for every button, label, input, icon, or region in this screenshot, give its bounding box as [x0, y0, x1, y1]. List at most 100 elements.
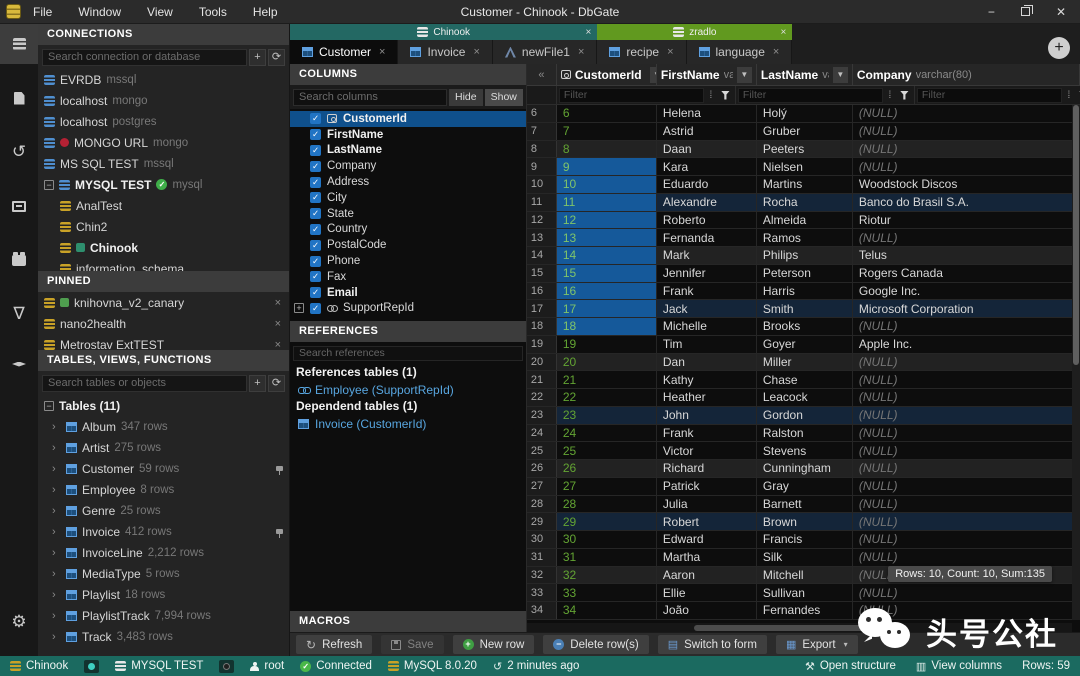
cell-firstname[interactable]: Robert: [657, 513, 757, 530]
column-dropdown-icon[interactable]: ▼: [832, 66, 848, 83]
column-checkbox[interactable]: ✓: [310, 287, 321, 299]
cell-firstname[interactable]: Frank: [657, 282, 757, 300]
cell-customerid[interactable]: 10: [556, 176, 657, 193]
cell-customerid[interactable]: 8: [557, 140, 657, 158]
table-item[interactable]: › InvoiceLine 2,212 rows: [38, 542, 289, 563]
cell-firstname[interactable]: Roberto: [657, 211, 757, 229]
close-tab-icon[interactable]: ×: [667, 46, 673, 58]
cell-firstname[interactable]: Daan: [657, 140, 757, 158]
databases-icon[interactable]: [0, 24, 38, 64]
tables-group-row[interactable]: − Tables (11): [38, 395, 289, 416]
chevron-right-icon[interactable]: ›: [52, 505, 61, 517]
cell-company[interactable]: (NULL): [853, 389, 1080, 406]
tab-newfile1[interactable]: newFile1 ×: [492, 40, 598, 64]
new-row-button[interactable]: + New row: [452, 635, 535, 654]
reference-link[interactable]: Invoice (CustomerId): [296, 415, 520, 432]
chevron-right-icon[interactable]: ›: [52, 442, 61, 454]
statusbar-view-columns[interactable]: ▥ View columns: [916, 660, 1002, 673]
cell-customerid[interactable]: 27: [557, 477, 657, 495]
cell-customerid[interactable]: 24: [557, 424, 657, 442]
chevron-right-icon[interactable]: ›: [52, 631, 61, 643]
column-item[interactable]: ✓ FirstName: [290, 127, 526, 143]
cell-lastname[interactable]: Barnett: [757, 495, 853, 513]
cell-lastname[interactable]: Philips: [757, 247, 853, 264]
cell-company[interactable]: Microsoft Corporation: [853, 300, 1080, 317]
row-number[interactable]: 19: [526, 335, 557, 353]
filter-funnel-icon[interactable]: [899, 90, 909, 100]
cell-company[interactable]: (NULL): [853, 406, 1080, 424]
cell-company[interactable]: (NULL): [853, 477, 1080, 495]
cell-firstname[interactable]: Kara: [657, 158, 757, 175]
close-tab-icon[interactable]: ×: [578, 46, 584, 58]
switch-to-form-button[interactable]: ▤ Switch to form: [657, 635, 767, 654]
cell-lastname[interactable]: Ralston: [757, 424, 853, 442]
row-number[interactable]: 24: [526, 424, 557, 442]
column-item[interactable]: ✓ Country: [290, 222, 526, 238]
cell-company[interactable]: (NULL): [853, 442, 1080, 459]
collapse-icon[interactable]: −: [44, 400, 54, 411]
cell-customerid[interactable]: 29: [557, 513, 657, 530]
cell-lastname[interactable]: Gray: [757, 477, 853, 495]
add-connection-button[interactable]: +: [249, 48, 266, 66]
archive-icon[interactable]: [0, 186, 38, 226]
cell-firstname[interactable]: Eduardo: [657, 176, 757, 193]
cell-firstname[interactable]: Patrick: [657, 477, 757, 495]
cell-company[interactable]: (NULL): [853, 140, 1080, 158]
cell-customerid[interactable]: 14: [556, 247, 657, 264]
statusbar-mysql-test[interactable]: MYSQL TEST: [115, 660, 203, 672]
chevron-right-icon[interactable]: ›: [52, 568, 61, 580]
chevron-right-icon[interactable]: ›: [52, 526, 61, 538]
column-checkbox[interactable]: ✓: [310, 176, 321, 188]
cell-lastname[interactable]: Gruber: [757, 122, 853, 140]
cell-firstname[interactable]: Dan: [657, 353, 757, 371]
row-number[interactable]: 7: [526, 122, 557, 140]
column-checkbox[interactable]: ✓: [310, 208, 321, 220]
filter-icon[interactable]: ∇: [0, 294, 38, 334]
cell-firstname[interactable]: Helena: [657, 105, 757, 122]
menu-view[interactable]: View: [147, 5, 173, 19]
connections-search-input[interactable]: [42, 48, 247, 66]
column-item[interactable]: ✓ Phone: [290, 253, 526, 269]
column-dropdown-icon[interactable]: ▼: [736, 66, 752, 83]
column-item[interactable]: ✓ Address: [290, 174, 526, 190]
row-number[interactable]: 23: [526, 406, 557, 424]
table-item[interactable]: › Employee 8 rows: [38, 479, 289, 500]
cell-company[interactable]: Telus: [853, 247, 1080, 264]
connection-item[interactable]: information_schema: [38, 258, 289, 271]
column-checkbox[interactable]: ✓: [310, 160, 321, 172]
column-checkbox[interactable]: ✓: [310, 192, 321, 204]
filter-input[interactable]: [737, 87, 883, 103]
new-tab-button[interactable]: +: [1048, 37, 1070, 59]
cell-firstname[interactable]: Mark: [657, 247, 757, 264]
settings-gear-icon[interactable]: ⚙: [0, 602, 38, 642]
table-item[interactable]: › MediaType 5 rows: [38, 563, 289, 584]
row-number[interactable]: 30: [526, 531, 557, 548]
row-number[interactable]: 34: [526, 602, 557, 619]
column-checkbox[interactable]: ✓: [310, 223, 321, 235]
cell-lastname[interactable]: Sullivan: [757, 584, 853, 601]
cell-customerid[interactable]: 23: [557, 406, 657, 424]
cell-company[interactable]: (NULL): [853, 495, 1080, 513]
filter-input[interactable]: [558, 87, 704, 103]
row-number[interactable]: 9: [526, 158, 557, 175]
cell-lastname[interactable]: Chase: [757, 371, 853, 388]
cell-lastname[interactable]: Smith: [757, 300, 853, 317]
tab-customer[interactable]: Customer ×: [290, 40, 399, 64]
row-number[interactable]: 33: [526, 584, 557, 601]
statusbar-chip-teal[interactable]: [84, 659, 100, 673]
minimize-icon[interactable]: −: [988, 5, 995, 19]
grid-column-header-firstname[interactable]: FirstNamevarcha▼: [657, 64, 757, 85]
row-number[interactable]: 22: [526, 389, 557, 406]
cell-firstname[interactable]: Fernanda: [657, 229, 757, 246]
cell-lastname[interactable]: Leacock: [757, 389, 853, 406]
cell-firstname[interactable]: Victor: [657, 442, 757, 459]
cell-company[interactable]: (NULL): [853, 584, 1080, 601]
row-number[interactable]: 6: [526, 105, 557, 122]
history-icon[interactable]: ↺: [0, 132, 38, 172]
cell-lastname[interactable]: Miller: [757, 353, 853, 371]
column-item[interactable]: ✓ PostalCode: [290, 237, 526, 253]
cell-firstname[interactable]: Edward: [657, 531, 757, 548]
apps-icon[interactable]: [0, 240, 38, 280]
row-number[interactable]: 25: [526, 442, 557, 459]
cell-company[interactable]: (NULL): [853, 424, 1080, 442]
